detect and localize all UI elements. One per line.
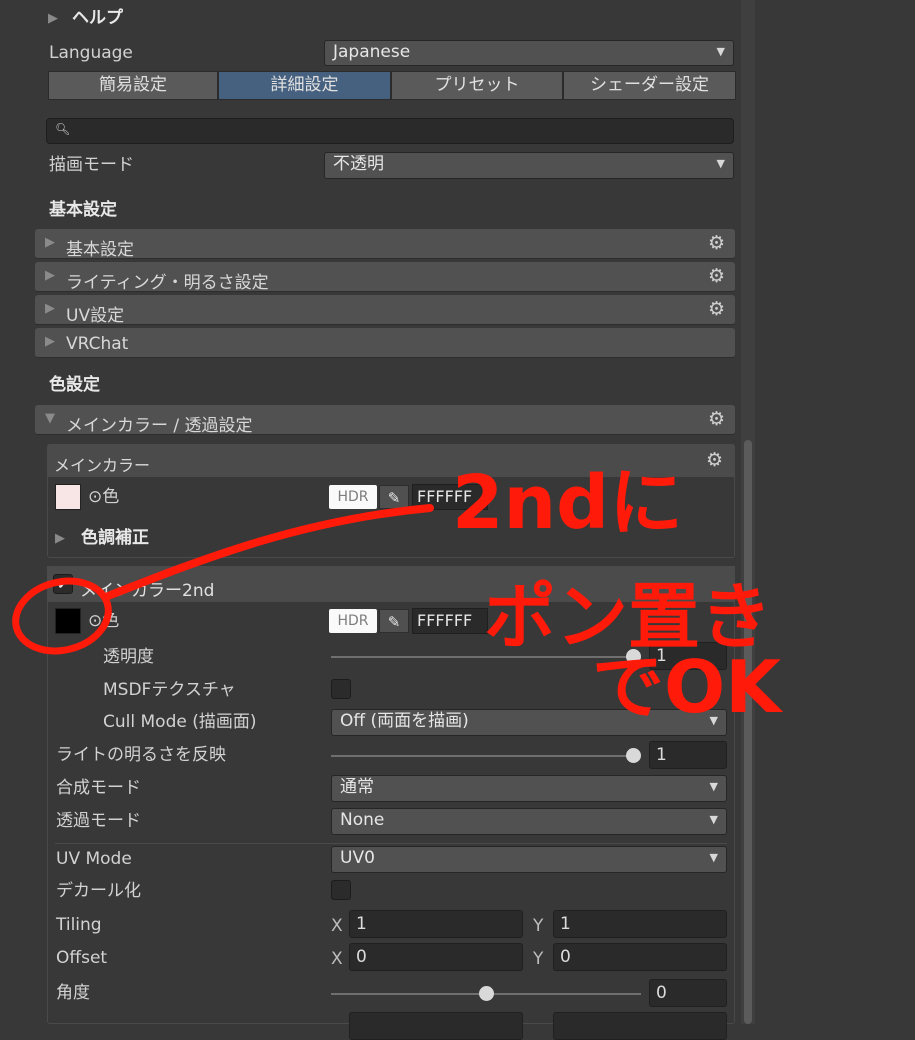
arrow-line <box>104 504 434 600</box>
annotation-line3: でOK <box>592 645 783 729</box>
annotation-strokes <box>12 504 434 655</box>
circle-mark <box>12 577 112 655</box>
annotation-line1: 2ndに <box>452 460 683 546</box>
handwritten-annotation: 2ndに ポン置き でOK <box>12 460 783 729</box>
